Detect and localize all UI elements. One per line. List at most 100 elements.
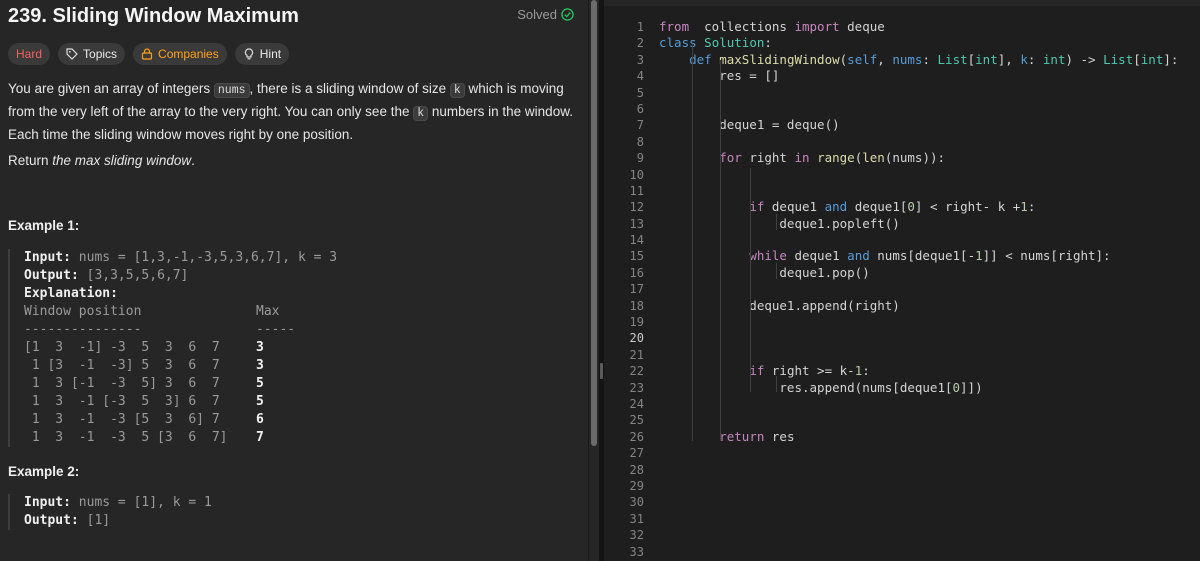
example-1-output-label: Output: [24,268,79,283]
window-max: 3 [256,340,264,355]
hint-button[interactable]: Hint [234,43,290,65]
code-line[interactable]: 19 [604,314,1200,330]
line-number: 18 [629,298,644,313]
window-position: 1 3 -1 [-3 5 3] 6 7 [24,394,220,409]
code-line[interactable]: 22 if right >= k-1: [604,363,1200,379]
code-line[interactable]: 30 [604,494,1200,510]
window-rows: [1 3 -1] -3 5 3 6 7 3 1 [3 -1 -3] 5 3 6 7… [24,339,337,447]
example-2-output-value: [1] [78,513,111,528]
code-line[interactable]: 13 deque1.popleft() [604,216,1200,232]
code-line[interactable]: 18 deque1.append(right) [604,298,1200,314]
line-number: 21 [629,347,644,362]
code-line[interactable]: 3 def maxSlidingWindow(self, nums: List[… [604,52,1200,68]
window-position: 1 3 -1 -3 5 [3 6 7] [24,430,228,445]
code-line[interactable]: 15 while deque1 and nums[deque1[-1]] < n… [604,248,1200,264]
window-row: [1 3 -1] -3 5 3 6 7 3 [24,339,337,357]
code-line[interactable]: 20 [604,330,1200,346]
inline-code-nums: nums [213,83,250,98]
window-row: 1 [3 -1 -3] 5 3 6 7 3 [24,357,337,375]
code-text: class Solution: [659,35,772,51]
example-1-input-label: Input: [24,250,71,265]
line-number: 29 [629,478,644,493]
window-max: 5 [256,394,264,409]
window-max: 7 [256,430,264,445]
code-text: while deque1 and nums[deque1[-1]] < nums… [749,248,1111,264]
code-line[interactable]: 31 [604,511,1200,527]
code-line[interactable]: 26 return res [604,429,1200,445]
code-area[interactable]: 1 from collections import deque 2 class Sol… [604,19,1200,560]
window-header: Window position [24,304,142,319]
code-line[interactable]: 7 deque1 = deque() [604,117,1200,133]
topics-button[interactable]: Topics [58,43,126,65]
code-text: deque1 = deque() [659,117,840,133]
line-number: 16 [629,265,644,280]
line-number: 33 [629,544,644,559]
code-line[interactable]: 21 [604,347,1200,363]
description-scrollbar[interactable] [589,0,599,561]
code-text: for right in range(len(nums)): [719,150,946,166]
example-1-block: Input: nums = [1,3,-1,-3,5,3,6,7], k = 3… [8,249,337,447]
scrollbar-thumb[interactable] [591,0,597,446]
line-number: 12 [629,200,644,215]
problem-description: You are given an array of integers nums,… [8,78,578,145]
window-max: 6 [256,412,264,427]
title-row: 239. Sliding Window Maximum Solved [8,2,578,30]
example-1-input-value: nums = [1,3,-1,-3,5,3,6,7], k = 3 [70,250,338,265]
line-number: 24 [629,396,644,411]
code-line[interactable]: 4 res = [] [604,68,1200,84]
solved-status: Solved [517,7,574,22]
window-position: [1 3 -1] -3 5 3 6 7 [24,340,220,355]
lightbulb-icon [244,48,253,60]
code-text: if deque1 and deque1[0] < right- k +1: [749,199,1036,215]
code-line[interactable]: 27 [604,445,1200,461]
line-number: 11 [629,183,644,198]
return-prefix: Return [8,153,53,168]
indent-guide [776,376,777,392]
code-text: from collections import deque [659,19,885,34]
return-suffix: . [191,153,195,168]
window-row: 1 3 [-1 -3 5] 3 6 7 5 [24,375,337,393]
code-line[interactable]: 17 [604,281,1200,297]
code-line[interactable]: 1 from collections import deque [604,19,1200,35]
line-number: 7 [636,118,644,133]
line-number: 20 [629,331,644,346]
code-text: def maxSlidingWindow(self, nums: List[in… [689,51,1179,67]
problem-title[interactable]: 239. Sliding Window Maximum [8,5,299,27]
code-line[interactable]: 24 [604,396,1200,412]
code-text: if right >= k-1: [749,363,870,379]
example-1-output-value: [3,3,5,5,6,7] [78,268,189,283]
code-line[interactable]: 8 [604,134,1200,150]
indent-guide [692,44,693,441]
code-line[interactable]: 33 [604,544,1200,560]
code-line[interactable]: 5 [604,85,1200,101]
return-statement: Return the max sliding window. [8,150,195,171]
companies-button[interactable]: Companies [133,43,227,65]
code-line[interactable]: 23 res.append(nums[deque1[0]]) [604,380,1200,396]
code-line[interactable]: 16 deque1.pop() [604,265,1200,281]
code-line[interactable]: 25 [604,412,1200,428]
line-number: 17 [629,282,644,297]
return-emphasis: the max sliding window [52,153,192,168]
window-position: 1 3 -1 -3 [5 3 6] 7 [24,412,220,427]
inline-code-k: k [449,83,465,98]
code-line[interactable]: 29 [604,478,1200,494]
line-number: 3 [636,52,644,67]
line-number: 10 [629,167,644,182]
code-line[interactable]: 32 [604,527,1200,543]
code-editor[interactable]: 1 from collections import deque 2 class Sol… [604,0,1200,561]
code-line[interactable]: 12 if deque1 and deque1[0] < right- k +1… [604,199,1200,215]
line-number: 8 [636,134,644,149]
code-line[interactable]: 14 [604,232,1200,248]
code-text: deque1.popleft() [659,215,900,231]
code-line[interactable]: 11 [604,183,1200,199]
difficulty-badge[interactable]: Hard [8,43,51,65]
code-line[interactable]: 6 [604,101,1200,117]
window-max: 3 [256,358,264,373]
code-line[interactable]: 9 for right in range(len(nums)): [604,150,1200,166]
drag-grip-icon [600,363,603,379]
code-line[interactable]: 10 [604,167,1200,183]
code-line[interactable]: 2 class Solution: [604,35,1200,51]
line-number: 27 [629,446,644,461]
code-line[interactable]: 28 [604,462,1200,478]
indent-guide [776,263,777,279]
